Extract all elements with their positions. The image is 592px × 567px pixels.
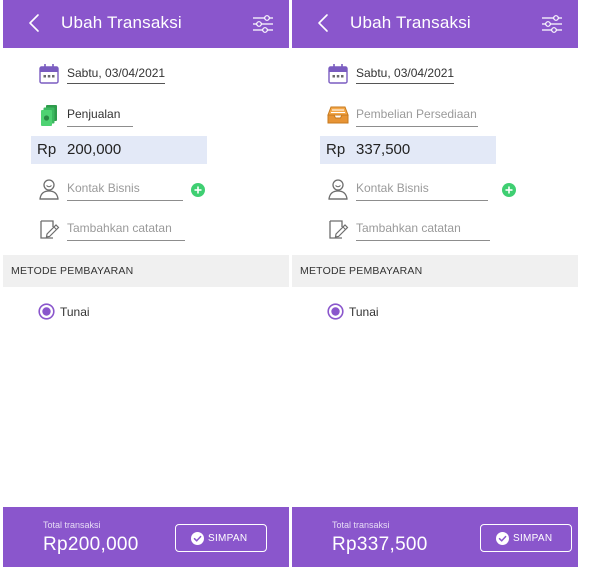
note-field[interactable]: Tambahkan catatan xyxy=(356,221,461,235)
currency-prefix: Rp xyxy=(37,141,57,158)
app-bar: Ubah Transaksi xyxy=(292,0,578,48)
save-button[interactable]: SIMPAN xyxy=(175,524,267,552)
note-field[interactable]: Tambahkan catatan xyxy=(67,221,172,235)
radio-selected-icon[interactable] xyxy=(327,303,344,320)
page-title: Ubah Transaksi xyxy=(350,13,471,32)
payment-section-header: METODE PEMBAYARAN xyxy=(292,255,578,287)
total-label: Total transaksi xyxy=(332,520,390,530)
calendar-icon xyxy=(328,64,348,84)
plus-circle-icon[interactable] xyxy=(191,183,205,197)
edit-note-icon xyxy=(40,220,60,239)
sliders-icon[interactable] xyxy=(251,12,275,36)
save-label: SIMPAN xyxy=(513,533,553,544)
check-circle-icon xyxy=(496,532,509,545)
total-value: Rp337,500 xyxy=(332,534,428,555)
date-row[interactable]: Sabtu, 03/04/2021 xyxy=(292,60,578,90)
amount-value[interactable]: 337,500 xyxy=(356,141,410,158)
sliders-icon[interactable] xyxy=(540,12,564,36)
person-icon xyxy=(39,179,59,200)
category-underline xyxy=(356,126,478,127)
category-row[interactable]: Penjualan xyxy=(3,101,289,131)
calendar-icon xyxy=(39,64,59,84)
check-circle-icon xyxy=(191,532,204,545)
note-underline xyxy=(67,240,185,241)
contact-underline xyxy=(356,200,488,201)
app-bar: Ubah Transaksi xyxy=(3,0,289,48)
contact-row[interactable]: Kontak Bisnis xyxy=(292,175,578,205)
payment-section-header: METODE PEMBAYARAN xyxy=(3,255,289,287)
plus-circle-icon[interactable] xyxy=(502,183,516,197)
amount-value[interactable]: 200,000 xyxy=(67,141,121,158)
date-field[interactable]: Sabtu, 03/04/2021 xyxy=(67,66,166,84)
amount-input[interactable]: Rp 200,000 xyxy=(31,136,207,164)
radio-selected-icon[interactable] xyxy=(38,303,55,320)
edit-note-icon xyxy=(329,220,349,239)
contact-field[interactable]: Kontak Bisnis xyxy=(67,181,140,195)
transaction-screen-pembelian: Ubah Transaksi Sabtu, 03/04/2021 Pembeli… xyxy=(292,0,578,567)
note-row[interactable]: Tambahkan catatan xyxy=(3,215,289,245)
bottom-bar: Total transaksi Rp200,000 SIMPAN xyxy=(3,507,289,567)
date-field[interactable]: Sabtu, 03/04/2021 xyxy=(356,66,455,84)
page-title: Ubah Transaksi xyxy=(61,13,182,32)
contact-field[interactable]: Kontak Bisnis xyxy=(356,181,429,195)
payment-option-label: Tunai xyxy=(349,305,379,319)
category-field[interactable]: Penjualan xyxy=(67,107,120,121)
person-icon xyxy=(328,179,348,200)
note-row[interactable]: Tambahkan catatan xyxy=(292,215,578,245)
money-stack-icon xyxy=(41,105,57,126)
amount-input[interactable]: Rp 337,500 xyxy=(320,136,496,164)
section-title: METODE PEMBAYARAN xyxy=(11,265,134,277)
save-label: SIMPAN xyxy=(208,533,248,544)
category-underline xyxy=(67,126,133,127)
inbox-tray-icon xyxy=(327,106,349,124)
save-button[interactable]: SIMPAN xyxy=(480,524,572,552)
total-label: Total transaksi xyxy=(43,520,101,530)
date-row[interactable]: Sabtu, 03/04/2021 xyxy=(3,60,289,90)
chevron-left-icon[interactable] xyxy=(23,11,47,35)
note-underline xyxy=(356,240,490,241)
payment-option-tunai[interactable]: Tunai xyxy=(3,300,289,324)
payment-option-label: Tunai xyxy=(60,305,90,319)
currency-prefix: Rp xyxy=(326,141,346,158)
transaction-screen-penjualan: Ubah Transaksi Sabtu, 03/04/2021 Penjual… xyxy=(3,0,289,567)
section-title: METODE PEMBAYARAN xyxy=(300,265,423,277)
category-field[interactable]: Pembelian Persediaan xyxy=(356,107,477,121)
category-row[interactable]: Pembelian Persediaan xyxy=(292,101,578,131)
total-value: Rp200,000 xyxy=(43,534,139,555)
payment-option-tunai[interactable]: Tunai xyxy=(292,300,578,324)
contact-underline xyxy=(67,200,183,201)
contact-row[interactable]: Kontak Bisnis xyxy=(3,175,289,205)
bottom-bar: Total transaksi Rp337,500 SIMPAN xyxy=(292,507,578,567)
chevron-left-icon[interactable] xyxy=(312,11,336,35)
